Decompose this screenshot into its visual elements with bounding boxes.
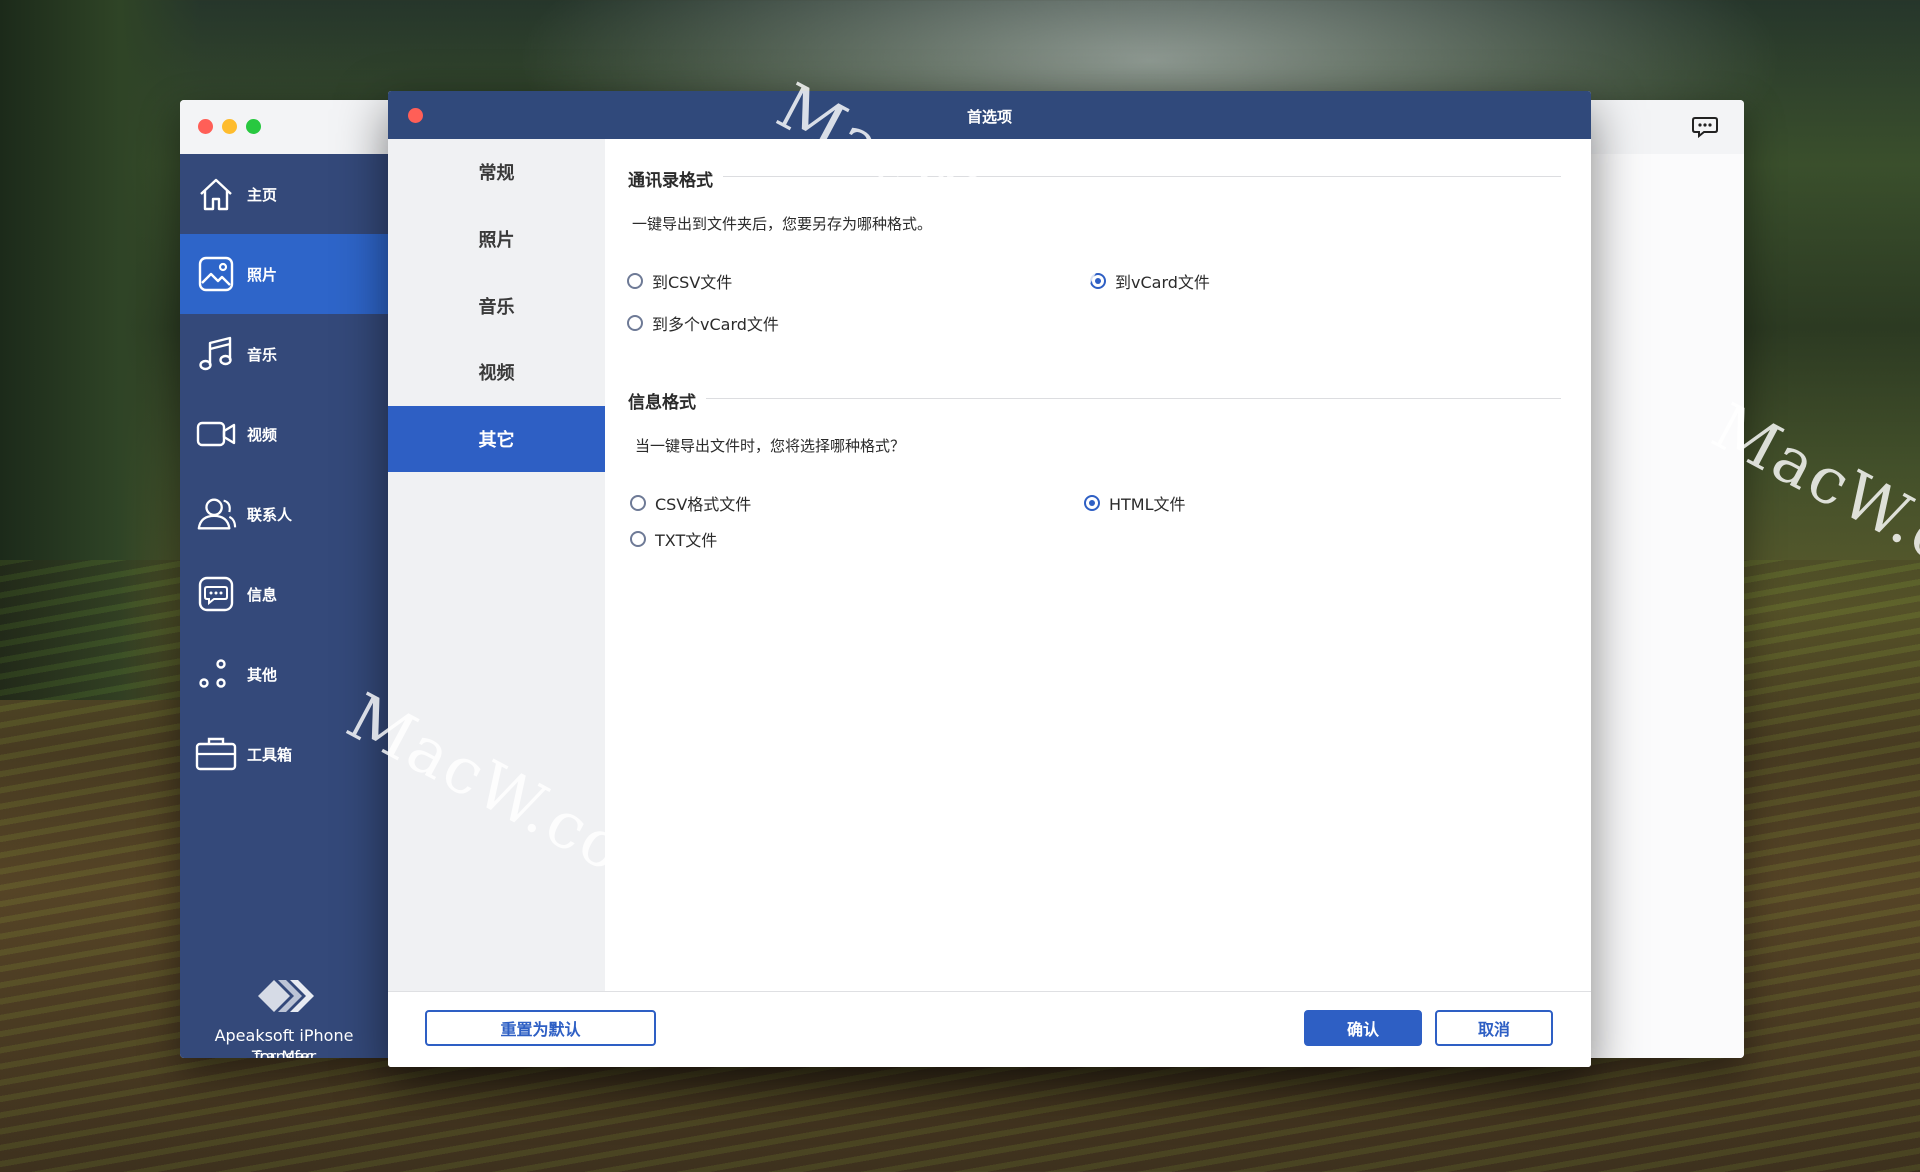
radio-label: 到vCard文件: [1115, 273, 1210, 292]
radio-button[interactable]: [627, 273, 643, 289]
sidebar-item-label: 视频: [247, 425, 278, 444]
cancel-button[interactable]: 取消: [1435, 1010, 1553, 1046]
section-divider: [715, 176, 1561, 177]
tab-other[interactable]: 其它: [388, 406, 605, 472]
sidebar-item-label: 照片: [247, 265, 278, 284]
tab-general[interactable]: 常规: [388, 139, 605, 205]
brand-name-line2: for Mac: [254, 1047, 314, 1058]
preferences-tab-list: 常规 照片 音乐 视频 其它: [388, 139, 605, 991]
sidebar-item-photos[interactable]: 照片: [180, 234, 388, 314]
dialog-title: 首选项: [966, 108, 1012, 126]
radio-label: 到多个vCard文件: [652, 315, 779, 334]
radio-option-multiple-vcard[interactable]: 到多个vCard文件: [627, 311, 779, 335]
tab-music[interactable]: 音乐: [388, 273, 605, 339]
preferences-content: 通讯录格式 一键导出到文件夹后，您要另存为哪种格式。 到CSV文件 到vCard…: [605, 139, 1591, 991]
photo-icon: [195, 253, 237, 295]
tab-photos[interactable]: 照片: [388, 206, 605, 272]
radio-label: TXT文件: [655, 531, 718, 550]
radio-label: CSV格式文件: [655, 495, 752, 514]
sidebar-item-label: 其他: [247, 665, 278, 684]
contacts-format-title: 通讯录格式: [628, 166, 723, 191]
confirm-button[interactable]: 确认: [1304, 1010, 1422, 1046]
radio-label: HTML文件: [1109, 495, 1186, 514]
feedback-chat-icon[interactable]: [1692, 116, 1718, 138]
sidebar-item-contacts[interactable]: 联系人: [180, 474, 388, 554]
radio-button-selected[interactable]: [1090, 273, 1106, 289]
contacts-icon: [195, 493, 237, 535]
sidebar-item-video[interactable]: 视频: [180, 394, 388, 474]
sidebar-item-home[interactable]: 主页: [180, 154, 388, 234]
dialog-footer: 重置为默认 确认 取消: [388, 991, 1591, 1067]
apeaksoft-logo-icon: [258, 980, 314, 1012]
radio-button[interactable]: [630, 495, 646, 511]
home-icon: [195, 173, 237, 215]
sidebar-item-label: 联系人: [247, 505, 293, 524]
dialog-titlebar: 首选项: [388, 91, 1591, 139]
main-sidebar: 主页 照片 音乐 视频 联系人 信息 其他 工具箱 Apeaksoft iPho…: [180, 154, 388, 1058]
zoom-window-button[interactable]: [246, 119, 261, 134]
sidebar-item-toolbox[interactable]: 工具箱: [180, 714, 388, 794]
sidebar-item-other[interactable]: 其他: [180, 634, 388, 714]
messages-format-description: 当一键导出文件时，您将选择哪种格式？: [635, 437, 906, 455]
music-icon: [195, 333, 237, 375]
tab-video[interactable]: 视频: [388, 339, 605, 405]
radio-button-selected[interactable]: [1084, 495, 1100, 511]
radio-label: 到CSV文件: [652, 273, 733, 292]
close-window-button[interactable]: [198, 119, 213, 134]
sidebar-item-label: 工具箱: [247, 745, 293, 764]
radio-option-txt[interactable]: TXT文件: [630, 527, 717, 551]
radio-button[interactable]: [627, 315, 643, 331]
messages-format-title: 信息格式: [628, 388, 706, 413]
radio-option-html[interactable]: HTML文件: [1084, 491, 1186, 515]
sidebar-item-music[interactable]: 音乐: [180, 314, 388, 394]
sidebar-item-label: 信息: [247, 585, 278, 604]
reset-default-button[interactable]: 重置为默认: [425, 1010, 656, 1046]
video-icon: [195, 413, 237, 455]
toolbox-icon: [195, 733, 237, 775]
preferences-dialog: 首选项 常规 照片 音乐 视频 其它 通讯录格式 一键导出到文件夹后，您要另存为…: [388, 91, 1591, 1067]
contacts-format-description: 一键导出到文件夹后，您要另存为哪种格式。: [632, 215, 933, 233]
sidebar-item-label: 主页: [247, 185, 278, 204]
sidebar-item-label: 音乐: [247, 345, 278, 364]
radio-button[interactable]: [630, 531, 646, 547]
radio-option-csv[interactable]: 到CSV文件: [627, 269, 732, 293]
minimize-window-button[interactable]: [222, 119, 237, 134]
radio-option-csv-format[interactable]: CSV格式文件: [630, 491, 751, 515]
section-divider: [700, 398, 1561, 399]
sidebar-item-messages[interactable]: 信息: [180, 554, 388, 634]
radio-option-vcard[interactable]: 到vCard文件: [1090, 269, 1210, 293]
other-icon: [195, 653, 237, 695]
message-icon: [195, 573, 237, 615]
